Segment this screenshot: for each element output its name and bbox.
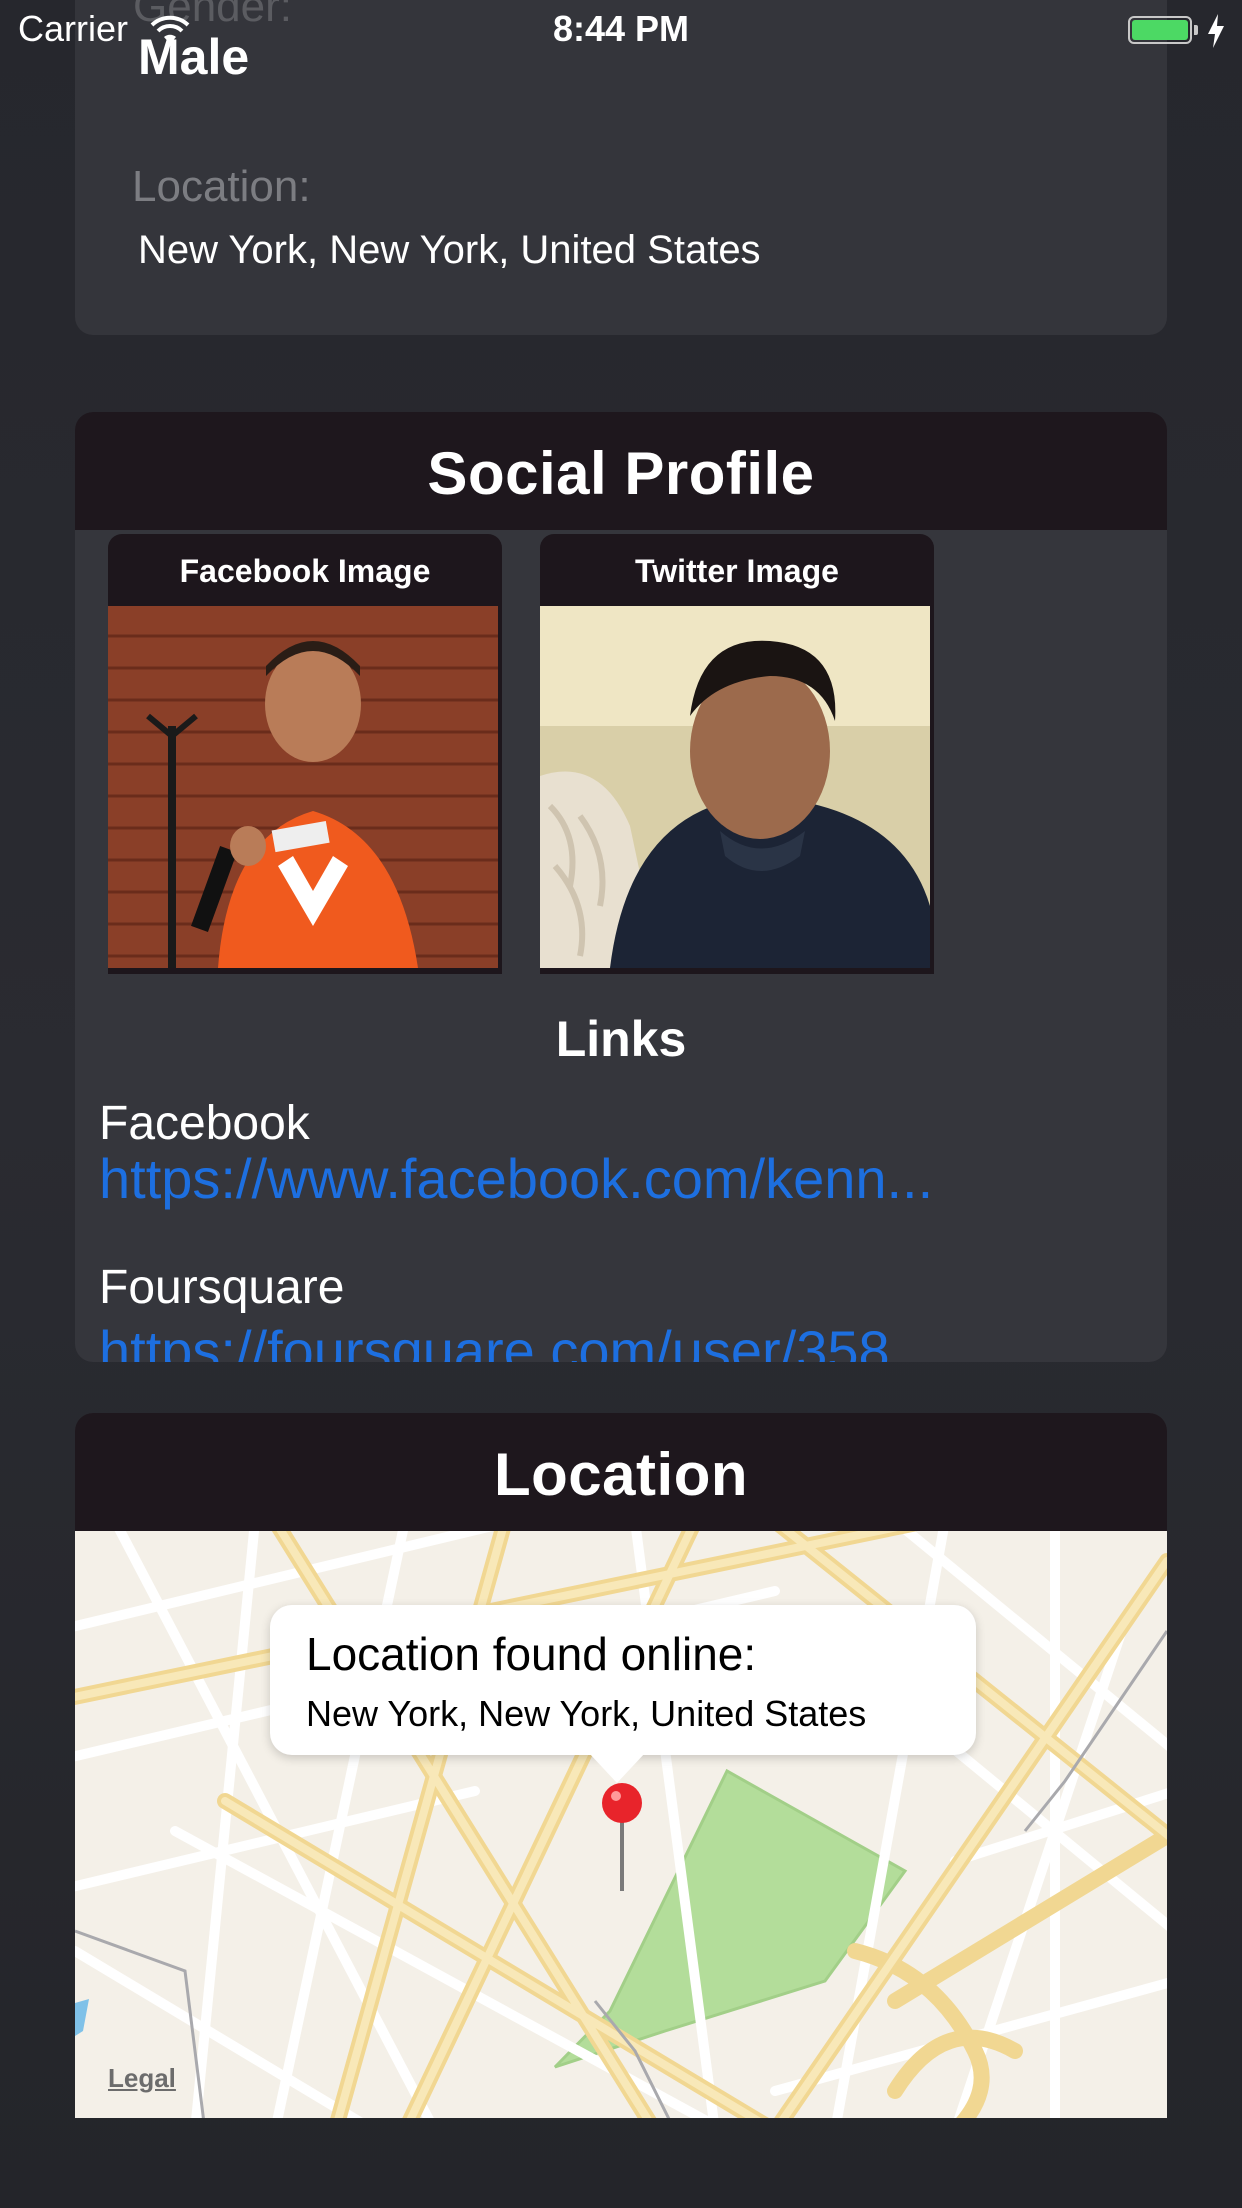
map-view[interactable]: Location found online: New York, New Yor… — [75, 1531, 1167, 2118]
legal-link[interactable]: Legal — [108, 2063, 176, 2094]
clock: 8:44 PM — [552, 8, 690, 49]
facebook-link-name: Facebook — [99, 1097, 310, 1150]
facebook-link-url[interactable]: https://www.facebook.com/kenn... — [99, 1146, 933, 1211]
twitter-image-label: Twitter Image — [635, 553, 839, 589]
foursquare-link-name: Foursquare — [99, 1261, 345, 1314]
status-bar: Carrier 8:44 PM — [0, 0, 1242, 60]
twitter-image-panel[interactable]: Twitter Image — [540, 534, 934, 974]
twitter-profile-photo — [540, 606, 930, 968]
location-title: Location — [75, 1413, 1167, 1531]
social-profile-title: Social Profile — [75, 412, 1167, 530]
callout-subtitle: New York, New York, United States — [306, 1693, 867, 1734]
location-label: Location: — [132, 162, 311, 211]
battery-icon — [1128, 16, 1192, 44]
foursquare-link-clip: https://foursquare.com/user/358... — [75, 1312, 1167, 1362]
facebook-profile-photo — [108, 606, 498, 968]
battery-cap — [1194, 25, 1198, 35]
charging-bolt-icon — [1208, 14, 1224, 48]
foursquare-link-url[interactable]: https://foursquare.com/user/358... — [99, 1318, 936, 1362]
facebook-image-panel[interactable]: Facebook Image — [108, 534, 502, 974]
location-card: Location Location found online: New York… — [75, 1413, 1167, 2118]
callout-arrow — [589, 1753, 645, 1783]
location-value: New York, New York, United States — [138, 228, 761, 272]
map-pin-icon[interactable] — [600, 1781, 644, 1891]
callout-title: Location found online: — [306, 1628, 757, 1680]
facebook-image-label: Facebook Image — [179, 553, 431, 589]
social-profile-card: Social Profile Facebook Image Twitter Im… — [75, 412, 1167, 1362]
location-callout: Location found online: New York, New Yor… — [270, 1605, 976, 1755]
links-title: Links — [555, 1011, 687, 1067]
